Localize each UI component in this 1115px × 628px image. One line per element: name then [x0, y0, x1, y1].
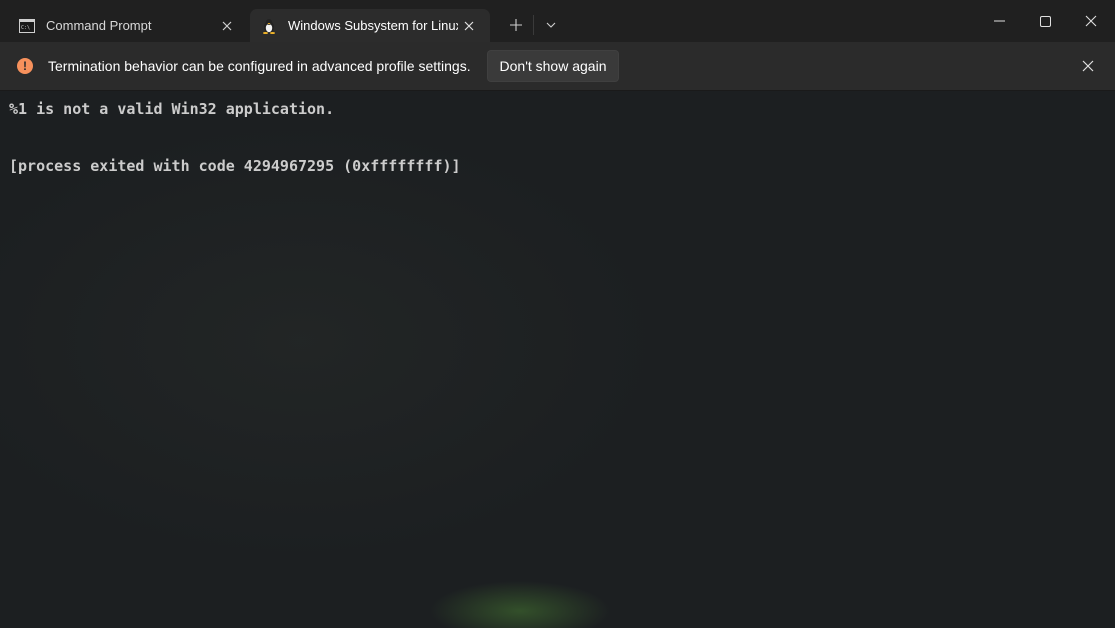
svg-text:C:\: C:\: [21, 25, 30, 31]
warning-icon: !: [17, 58, 33, 74]
tab-label: Windows Subsystem for Linux: [288, 18, 458, 33]
terminal-output[interactable]: %1 is not a valid Win32 application. [pr…: [0, 91, 1115, 628]
dont-show-again-button[interactable]: Don't show again: [487, 50, 619, 82]
plus-icon: [510, 19, 522, 31]
warning-glyph: !: [23, 59, 27, 73]
terminal-line: %1 is not a valid Win32 application.: [9, 100, 335, 118]
tab-command-prompt[interactable]: C:\ Command Prompt: [0, 9, 248, 42]
info-bar: ! Termination behavior can be configured…: [0, 42, 1115, 91]
close-icon[interactable]: [216, 15, 238, 37]
info-bar-close-button[interactable]: [1076, 54, 1100, 78]
close-icon: [1085, 15, 1097, 27]
window-close-button[interactable]: [1068, 0, 1114, 42]
info-message: Termination behavior can be configured i…: [48, 58, 471, 74]
chevron-down-icon: [546, 22, 556, 28]
command-prompt-icon: C:\: [18, 17, 36, 35]
minimize-icon: [993, 20, 1005, 22]
maximize-button[interactable]: [1022, 0, 1068, 42]
maximize-icon: [1039, 15, 1051, 27]
tab-strip: C:\ Command Prompt Windows Subsystem for: [0, 0, 1115, 42]
tab-label: Command Prompt: [46, 18, 152, 33]
close-icon[interactable]: [458, 15, 480, 37]
linux-penguin-icon: [260, 17, 278, 35]
terminal-window: C:\ Command Prompt Windows Subsystem for: [0, 0, 1115, 628]
minimize-button[interactable]: [976, 0, 1022, 42]
close-icon: [1082, 60, 1094, 72]
new-tab-button[interactable]: [503, 12, 529, 38]
tab-windows-subsystem-for-linux[interactable]: Windows Subsystem for Linux: [250, 9, 490, 42]
tab-divider: [533, 15, 534, 35]
terminal-line: [process exited with code 4294967295 (0x…: [9, 157, 461, 175]
tab-dropdown-button[interactable]: [538, 12, 564, 38]
